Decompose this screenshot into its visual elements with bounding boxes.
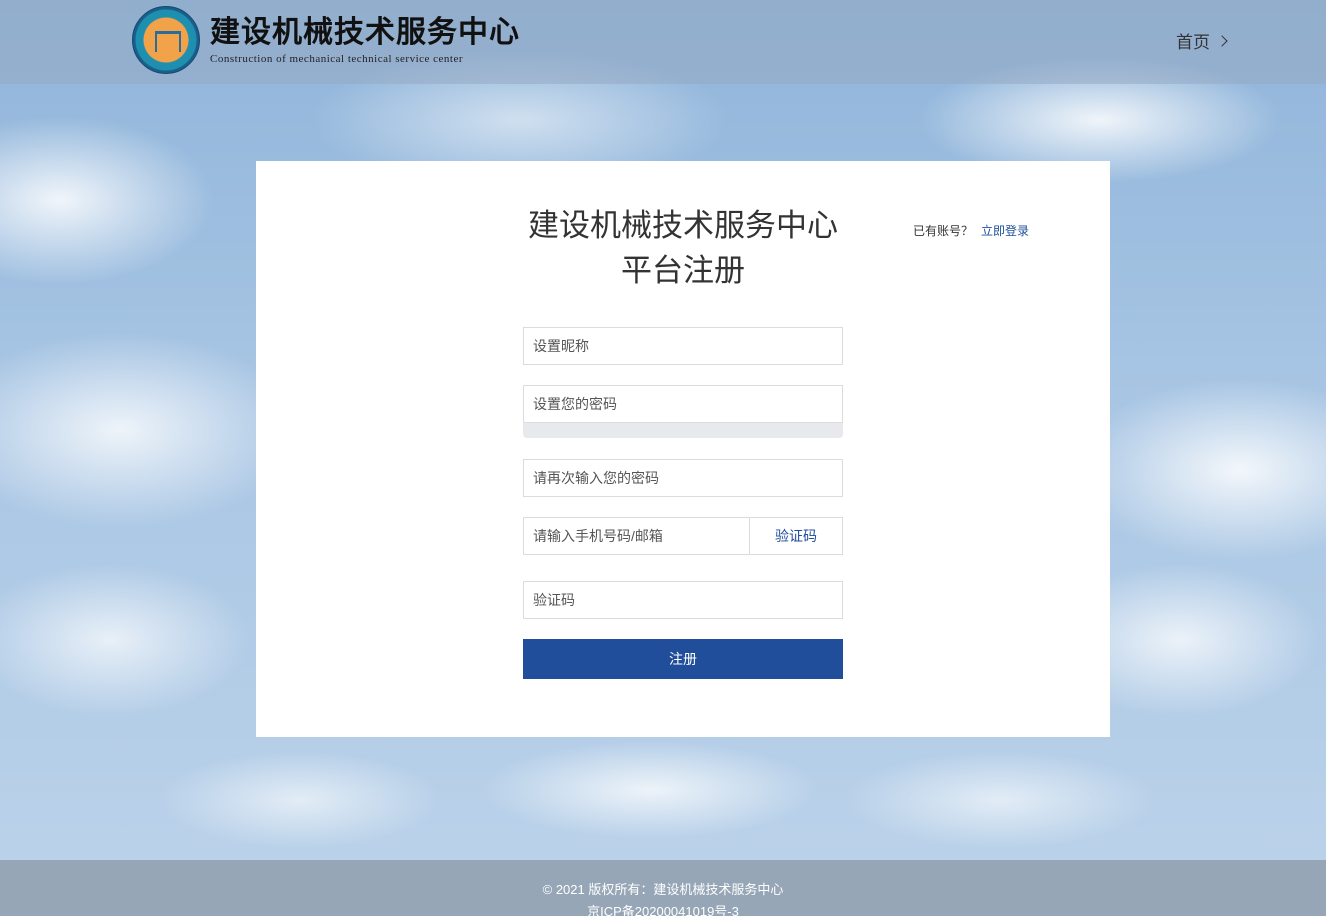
page-title: 建设机械技术服务中心 平台注册	[256, 203, 1110, 293]
password-strength-bar	[523, 423, 843, 438]
login-prompt: 已有账号？	[913, 224, 974, 238]
footer-copyright: © 2021 版权所有：建设机械技术服务中心	[542, 882, 784, 897]
chevron-right-icon	[1216, 34, 1228, 47]
title-line-2: 平台注册	[621, 253, 745, 288]
site-logo[interactable]: 建设机械技术服务中心 Construction of mechanical te…	[132, 6, 520, 74]
confirm-password-input[interactable]: 请再次输入您的密码	[523, 459, 843, 497]
nickname-input[interactable]: 设置昵称	[523, 327, 843, 365]
password-input[interactable]: 设置您的密码	[523, 385, 843, 423]
nav-home-label: 首页	[1176, 33, 1210, 52]
logo-title: 建设机械技术服务中心	[210, 15, 520, 50]
site-header: 建设机械技术服务中心 Construction of mechanical te…	[0, 0, 1326, 84]
register-card: 建设机械技术服务中心 平台注册 已有账号？ 立即登录 设置昵称 设置您的密码 请再…	[256, 161, 1110, 737]
register-button[interactable]: 注册	[523, 639, 843, 679]
phone-email-placeholder: 请输入手机号码/邮箱	[533, 528, 663, 544]
site-footer: © 2021 版权所有：建设机械技术服务中心 京ICP备20200041019号…	[0, 860, 1326, 916]
login-link[interactable]: 立即登录	[981, 224, 1029, 238]
confirm-password-placeholder: 请再次输入您的密码	[533, 470, 659, 486]
code-placeholder: 验证码	[533, 592, 575, 608]
logo-text: 建设机械技术服务中心 Construction of mechanical te…	[210, 15, 520, 65]
nickname-placeholder: 设置昵称	[533, 338, 589, 354]
login-hint: 已有账号？ 立即登录	[913, 222, 1029, 239]
nav-home-link[interactable]: 首页	[1176, 28, 1228, 53]
logo-subtitle: Construction of mechanical technical ser…	[210, 53, 464, 65]
password-placeholder: 设置您的密码	[533, 396, 617, 412]
get-code-button[interactable]: 验证码	[749, 517, 843, 555]
verification-code-input[interactable]: 验证码	[523, 581, 843, 619]
phone-email-input[interactable]: 请输入手机号码/邮箱	[523, 517, 751, 555]
footer-icp[interactable]: 京ICP备20200041019号-3	[0, 904, 1326, 916]
logo-emblem-icon	[132, 6, 200, 74]
